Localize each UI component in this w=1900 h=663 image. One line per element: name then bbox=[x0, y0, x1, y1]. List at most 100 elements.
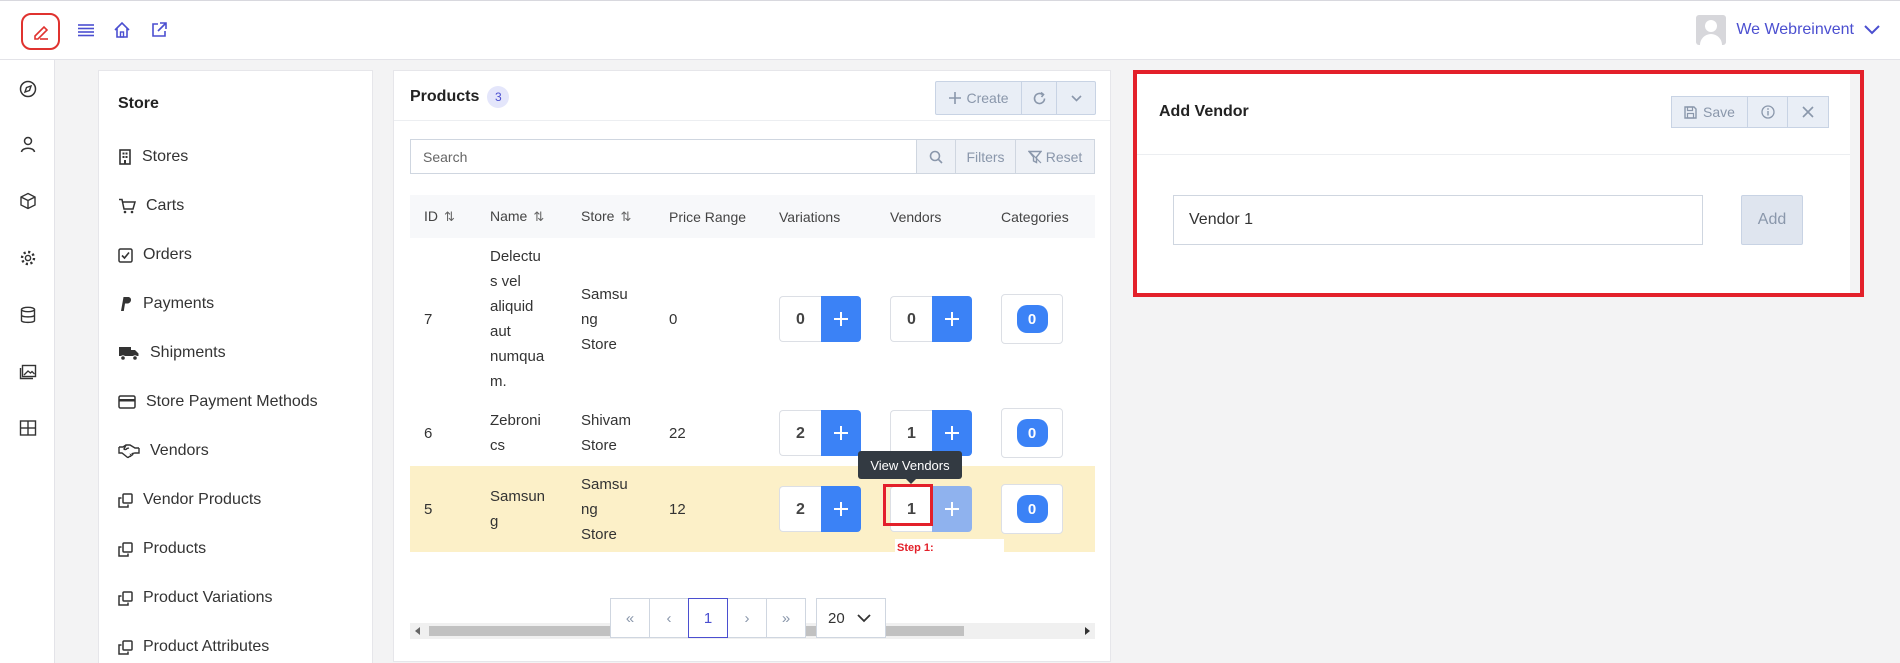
filters-button[interactable]: Filters bbox=[955, 140, 1015, 173]
categories-button[interactable]: 0 bbox=[1001, 408, 1063, 458]
search-button[interactable] bbox=[916, 140, 955, 173]
prev-page-button[interactable]: ‹ bbox=[649, 598, 689, 638]
cell-categories: 0 bbox=[987, 400, 1095, 466]
cell-price: 0 bbox=[669, 310, 678, 328]
store-item-vendor-products[interactable]: Vendor Products bbox=[118, 489, 261, 511]
grid-icon[interactable] bbox=[17, 417, 39, 439]
external-link-icon[interactable] bbox=[148, 19, 170, 41]
count-badge: 3 bbox=[487, 86, 510, 108]
check-square-icon bbox=[118, 247, 133, 263]
cell-price: 12 bbox=[655, 466, 765, 552]
table-row: 7 Delectu s vel aliquid aut numqua m. Samsu ng… bbox=[410, 238, 1095, 400]
scroll-right-icon[interactable] bbox=[1084, 627, 1090, 635]
add-button[interactable]: Add bbox=[1741, 195, 1803, 245]
column-header-id[interactable]: ID ⇅ bbox=[410, 195, 476, 238]
sort-icon: ⇅ bbox=[533, 209, 545, 224]
info-button[interactable] bbox=[1748, 97, 1788, 127]
add-variation-button[interactable] bbox=[821, 486, 861, 532]
vendor-name-field[interactable] bbox=[1173, 195, 1703, 245]
create-button[interactable]: Create bbox=[936, 82, 1022, 114]
sort-icon: ⇅ bbox=[444, 209, 455, 224]
store-item-product-variations[interactable]: Product Variations bbox=[118, 587, 273, 609]
column-header-store[interactable]: Store ⇅ bbox=[567, 195, 655, 238]
products-actions: Create bbox=[935, 81, 1096, 115]
database-icon[interactable] bbox=[17, 304, 39, 326]
more-dropdown-button[interactable] bbox=[1057, 82, 1095, 114]
truck-icon bbox=[119, 347, 139, 361]
add-variation-button[interactable] bbox=[821, 410, 861, 456]
menu-icon[interactable] bbox=[75, 19, 97, 41]
pagination: « ‹ 1 › » bbox=[610, 598, 806, 638]
add-vendor-button[interactable] bbox=[932, 486, 972, 532]
search-input[interactable] bbox=[411, 140, 916, 173]
variations-count-button[interactable]: 2 bbox=[779, 486, 821, 532]
store-item-orders[interactable]: Orders bbox=[118, 244, 192, 266]
save-button[interactable]: Save bbox=[1672, 97, 1748, 127]
pencil-logo-icon[interactable] bbox=[21, 13, 60, 50]
products-title: Products bbox=[410, 88, 480, 105]
variations-count-button[interactable]: 0 bbox=[779, 296, 821, 342]
gear-icon[interactable] bbox=[17, 247, 39, 269]
column-header-name[interactable]: Name ⇅ bbox=[476, 195, 567, 238]
last-page-button[interactable]: » bbox=[766, 598, 806, 638]
sort-icon: ⇅ bbox=[620, 209, 632, 224]
step-highlight-box bbox=[883, 484, 933, 526]
top-bar: We Webreinvent bbox=[0, 0, 1900, 60]
add-vendor-button[interactable] bbox=[932, 296, 972, 342]
store-item-store-payment-methods[interactable]: Store Payment Methods bbox=[118, 391, 318, 413]
user-menu[interactable]: We Webreinvent bbox=[1696, 15, 1880, 45]
add-vendor-button[interactable] bbox=[932, 410, 972, 456]
reset-button[interactable]: Reset bbox=[1015, 140, 1094, 173]
variations-count-button[interactable]: 2 bbox=[779, 410, 821, 456]
close-button[interactable] bbox=[1788, 97, 1828, 127]
compass-icon[interactable] bbox=[17, 78, 39, 100]
plus-icon bbox=[834, 426, 848, 440]
panel-actions: Save bbox=[1671, 96, 1829, 128]
vendors-count-button[interactable]: 1 bbox=[890, 410, 932, 456]
first-page-button[interactable]: « bbox=[610, 598, 650, 638]
filters-label: Filters bbox=[966, 148, 1005, 165]
copy-icon bbox=[118, 541, 133, 557]
images-icon[interactable] bbox=[17, 360, 39, 382]
products-table: ID ⇅ Name ⇅ Store ⇅ Price Range Variations … bbox=[410, 195, 1095, 552]
cell-price: 22 bbox=[669, 424, 686, 442]
next-page-button[interactable]: › bbox=[727, 598, 767, 638]
copy-icon bbox=[118, 492, 133, 508]
refresh-button[interactable] bbox=[1022, 82, 1057, 114]
store-item-stores[interactable]: Stores bbox=[118, 146, 188, 168]
user-icon[interactable] bbox=[17, 133, 39, 155]
products-header: Products 3 Create bbox=[394, 71, 1110, 121]
store-item-products[interactable]: Products bbox=[118, 538, 206, 560]
store-item-label: Vendor Products bbox=[143, 491, 262, 508]
scroll-left-icon[interactable] bbox=[415, 627, 421, 635]
store-item-product-attributes[interactable]: Product Attributes bbox=[118, 636, 269, 658]
plus-icon bbox=[945, 502, 959, 516]
cell-vendors: 0 bbox=[876, 238, 987, 400]
categories-count: 0 bbox=[1016, 419, 1048, 447]
chevron-down-icon bbox=[1864, 25, 1880, 35]
cell-variations: 0 bbox=[765, 238, 876, 400]
store-item-label: Payments bbox=[143, 295, 215, 312]
store-item-vendors[interactable]: Vendors bbox=[118, 440, 209, 462]
store-item-shipments[interactable]: Shipments bbox=[118, 342, 226, 364]
categories-button[interactable]: 0 bbox=[1001, 484, 1063, 534]
categories-button[interactable]: 0 bbox=[1001, 294, 1063, 344]
categories-count: 0 bbox=[1016, 495, 1048, 523]
plus-icon bbox=[834, 312, 848, 326]
store-item-payments[interactable]: Payments bbox=[118, 293, 214, 315]
column-header-categories: Categories bbox=[987, 195, 1095, 238]
page-title: Products 3 bbox=[410, 86, 510, 108]
save-icon bbox=[1684, 105, 1697, 119]
add-variation-button[interactable] bbox=[821, 296, 861, 342]
home-icon[interactable] bbox=[111, 19, 133, 41]
store-item-carts[interactable]: Carts bbox=[118, 195, 184, 217]
cube-icon[interactable] bbox=[17, 190, 39, 212]
store-item-label: Product Variations bbox=[143, 589, 273, 606]
store-menu: Store Stores Carts Orders Payments Shipm… bbox=[98, 70, 373, 663]
save-label: Save bbox=[1703, 104, 1735, 120]
page-button-current[interactable]: 1 bbox=[688, 598, 728, 638]
cell-name: Delectu s vel aliquid aut numqua m. bbox=[490, 248, 545, 390]
store-item-label: Shipments bbox=[150, 344, 226, 361]
vendors-count-button[interactable]: 0 bbox=[890, 296, 932, 342]
per-page-select[interactable]: 20 bbox=[816, 598, 886, 638]
